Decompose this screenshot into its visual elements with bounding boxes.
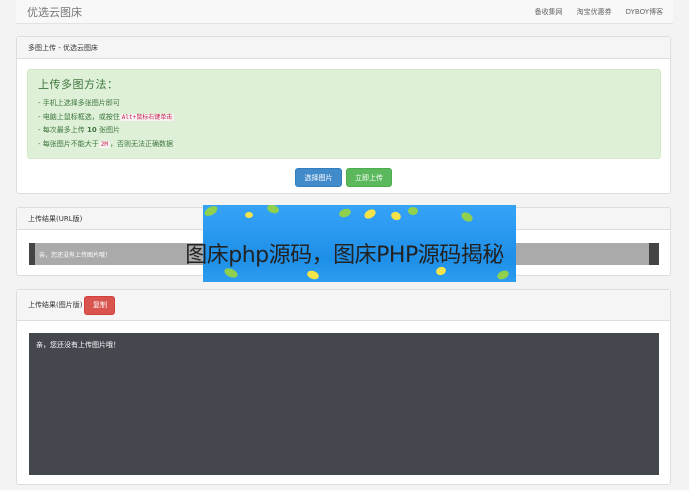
top-navbar: 优选云图床 备收集网 淘宝优惠券 DYBOY博客 [16, 0, 673, 24]
copy-button[interactable]: 复制 [84, 295, 116, 315]
select-images-button[interactable]: 选择图片 [295, 168, 342, 187]
image-result-panel: 上传结果(图片版) 复制 亲，您还没有上传图片哦！ [16, 289, 671, 485]
upload-panel: 多图上传 - 优选云图床 上传多图方法： - 手机上选择多张图片即可 - 电脑上… [16, 36, 671, 194]
image-result-title: 上传结果(图片版) [28, 301, 83, 309]
upload-actions: 选择图片 立即上传 [17, 168, 670, 187]
watermark-title: 图床php源码，图床PHP源码揭秘 [185, 243, 504, 268]
tip-item: - 手机上选择多张图片即可 [38, 99, 120, 107]
image-result-heading: 上传结果(图片版) 复制 [17, 290, 670, 321]
upload-instructions: 上传多图方法： - 手机上选择多张图片即可 - 电脑上鼠标框选，或按住 Alt+鼠… [27, 69, 661, 159]
tip-item: - 每次最多上传 10 张图片 [38, 126, 120, 134]
nav-link-collection[interactable]: 备收集网 [535, 7, 563, 17]
nav-links: 备收集网 淘宝优惠券 DYBOY博客 [535, 7, 663, 17]
image-result-output[interactable]: 亲，您还没有上传图片哦！ [29, 333, 659, 475]
site-brand[interactable]: 优选云图床 [27, 4, 82, 20]
upload-panel-heading: 多图上传 - 优选云图床 [17, 37, 670, 59]
nav-link-coupons[interactable]: 淘宝优惠券 [577, 7, 612, 17]
upload-now-button[interactable]: 立即上传 [346, 168, 392, 187]
shortcut-code: Alt+鼠标右键单击 [119, 113, 175, 121]
tip-item: - 每张图片不能大于 2M ，否则无法正确数据 [38, 139, 173, 148]
tip-item: - 电脑上鼠标框选，或按住 Alt+鼠标右键单击 [38, 112, 175, 121]
size-limit-code: 2M [98, 140, 110, 148]
instructions-list: - 手机上选择多张图片即可 - 电脑上鼠标框选，或按住 Alt+鼠标右键单击 - … [38, 97, 650, 151]
nav-link-blog[interactable]: DYBOY博客 [626, 7, 663, 17]
instructions-title: 上传多图方法： [38, 78, 119, 91]
